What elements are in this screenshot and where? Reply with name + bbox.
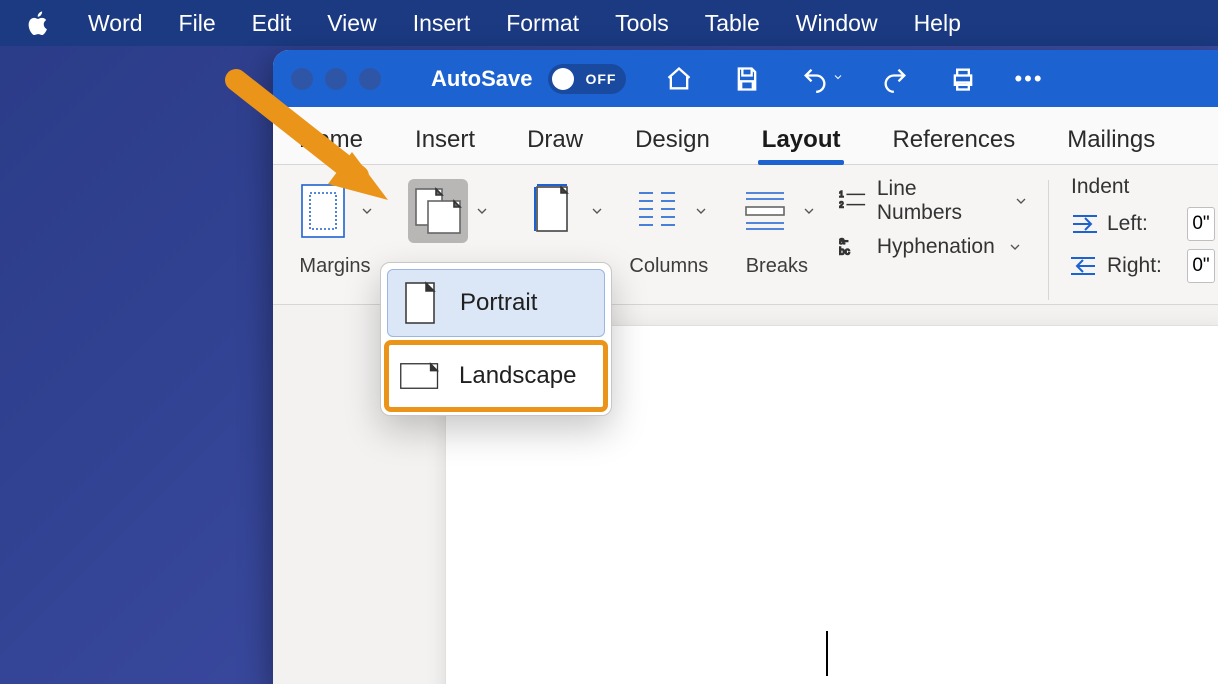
orientation-item-label: Portrait [460,289,537,317]
redo-icon[interactable] [878,65,912,93]
autosave-toggle[interactable]: OFF [548,64,626,94]
menubar-format[interactable]: Format [506,10,579,37]
ribbon-tabs: Home Insert Draw Design Layout Reference… [273,107,1218,165]
autosave-state: OFF [585,71,616,87]
menubar-edit[interactable]: Edit [252,10,292,37]
landscape-page-icon [399,355,441,397]
size-button[interactable] [523,179,583,243]
menubar-insert[interactable]: Insert [413,10,471,37]
line-numbers-button[interactable]: 12 Line Numbers [839,183,1030,219]
indent-left-icon [1071,214,1097,234]
menubar-view[interactable]: View [327,10,376,37]
orientation-button[interactable] [408,179,468,243]
tab-layout[interactable]: Layout [736,126,867,164]
indent-right-label: Right: [1107,254,1177,278]
svg-text:bc: bc [839,246,850,256]
text-cursor-icon [826,631,828,676]
menubar-app-name[interactable]: Word [88,10,143,37]
indent-group: Indent Left: 0" Right: 0" [1057,175,1215,291]
indent-right-row: Right: 0" [1071,249,1215,283]
tab-draw[interactable]: Draw [501,126,609,164]
autosave-label: AutoSave [431,66,532,92]
columns-button[interactable] [627,179,687,243]
portrait-page-icon [400,282,442,324]
chevron-down-icon[interactable] [472,201,492,221]
apple-logo-icon[interactable] [26,10,52,36]
toggle-knob-icon [552,68,574,90]
svg-text:2: 2 [839,199,844,209]
menubar-help[interactable]: Help [914,10,961,37]
menubar-file[interactable]: File [179,10,216,37]
columns-group: Columns [615,175,723,278]
indent-title: Indent [1071,175,1215,199]
chevron-down-icon[interactable] [587,201,607,221]
macos-menubar: Word File Edit View Insert Format Tools … [0,0,1218,46]
tab-references[interactable]: References [866,126,1041,164]
menubar-tools[interactable]: Tools [615,10,669,37]
columns-label: Columns [629,255,708,278]
orientation-item-landscape[interactable]: Landscape [387,343,605,409]
chevron-down-icon[interactable] [799,201,819,221]
tab-mailings[interactable]: Mailings [1041,126,1181,164]
undo-button[interactable] [798,65,844,93]
chevron-down-icon [1011,191,1030,211]
tab-design[interactable]: Design [609,126,736,164]
hyphenation-button[interactable]: a-bc Hyphenation [839,229,1030,265]
orientation-dropdown: Portrait Landscape [380,262,612,416]
more-icon[interactable]: ••• [1014,66,1043,92]
print-icon[interactable] [946,65,980,93]
page-setup-extras: 12 Line Numbers a-bc Hyphenation [831,175,1040,265]
chevron-down-icon [1005,237,1025,257]
indent-left-label: Left: [1107,212,1177,236]
indent-left-value[interactable]: 0" [1187,207,1215,241]
svg-text:1: 1 [839,189,844,199]
breaks-label: Breaks [746,255,808,278]
line-numbers-icon: 12 [839,188,867,215]
menubar-table[interactable]: Table [705,10,760,37]
save-icon[interactable] [730,65,764,93]
menubar-window[interactable]: Window [796,10,878,37]
word-titlebar: AutoSave OFF ••• [273,50,1218,107]
orientation-item-label: Landscape [459,362,576,390]
hyphenation-icon: a-bc [839,234,867,261]
breaks-group: Breaks [723,175,831,278]
annotation-arrow-icon [218,66,408,231]
undo-icon [798,65,832,93]
hyphenation-label: Hyphenation [877,235,995,259]
home-icon[interactable] [662,65,696,93]
chevron-down-icon [832,70,844,88]
group-divider [1048,180,1049,300]
margins-label: Margins [299,255,370,278]
indent-right-value[interactable]: 0" [1187,249,1215,283]
orientation-item-portrait[interactable]: Portrait [387,269,605,337]
line-numbers-label: Line Numbers [877,177,1001,225]
indent-left-row: Left: 0" [1071,207,1215,241]
breaks-button[interactable] [735,179,795,243]
indent-right-icon [1071,256,1097,276]
chevron-down-icon[interactable] [691,201,711,221]
